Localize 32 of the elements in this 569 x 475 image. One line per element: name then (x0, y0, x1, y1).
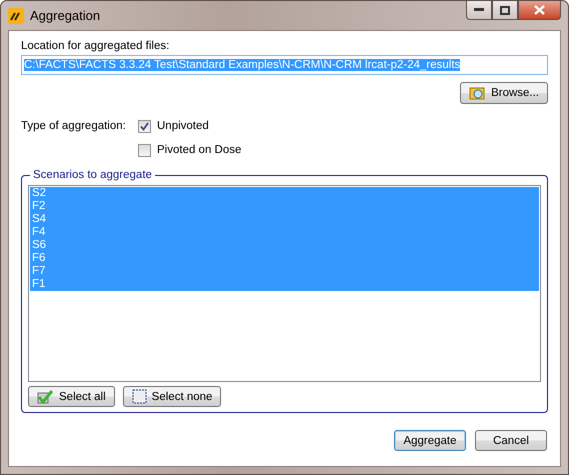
browse-button[interactable]: Browse... (460, 82, 548, 104)
checkbox[interactable] (138, 144, 151, 156)
minimize-button[interactable] (466, 1, 492, 20)
folder-icon (469, 85, 486, 101)
group-title: Scenarios to aggregate (32, 169, 153, 181)
option-label: Pivoted on Dose (157, 143, 242, 157)
option-label: Unpivoted (157, 119, 209, 133)
list-item[interactable]: S4 (30, 213, 539, 226)
location-field[interactable]: C:\FACTS\FACTS 3.3.24 Test\Standard Examples\N-CRM\N-CRM lrcat-p2-24_results (21, 55, 548, 75)
close-icon (534, 5, 545, 15)
minimize-icon (474, 8, 484, 12)
select-none-button[interactable]: Select none (122, 386, 222, 407)
close-button[interactable] (518, 1, 561, 20)
select-all-button[interactable]: Select all (28, 386, 115, 407)
dashed-square-icon (132, 389, 147, 404)
checkbox[interactable] (138, 120, 151, 132)
checkmark-icon (37, 389, 54, 404)
list-item[interactable]: F7 (30, 265, 539, 278)
aggregate-button[interactable]: Aggregate (394, 430, 466, 451)
maximize-icon (500, 6, 510, 14)
list-item[interactable]: F2 (30, 200, 539, 213)
list-item[interactable]: F4 (30, 226, 539, 239)
list-item[interactable]: F6 (30, 252, 539, 265)
location-label: Location for aggregated files: (21, 39, 170, 53)
maximize-button[interactable] (492, 1, 518, 20)
list-item[interactable]: S6 (30, 239, 539, 252)
app-logo-icon (8, 8, 24, 24)
aggregation-type-label: Type of aggregation: (21, 119, 127, 133)
list-item[interactable]: S2 (30, 187, 539, 200)
list-item[interactable]: F1 (30, 278, 539, 291)
cancel-button[interactable]: Cancel (475, 430, 547, 451)
window-title: Aggregation (30, 8, 100, 23)
